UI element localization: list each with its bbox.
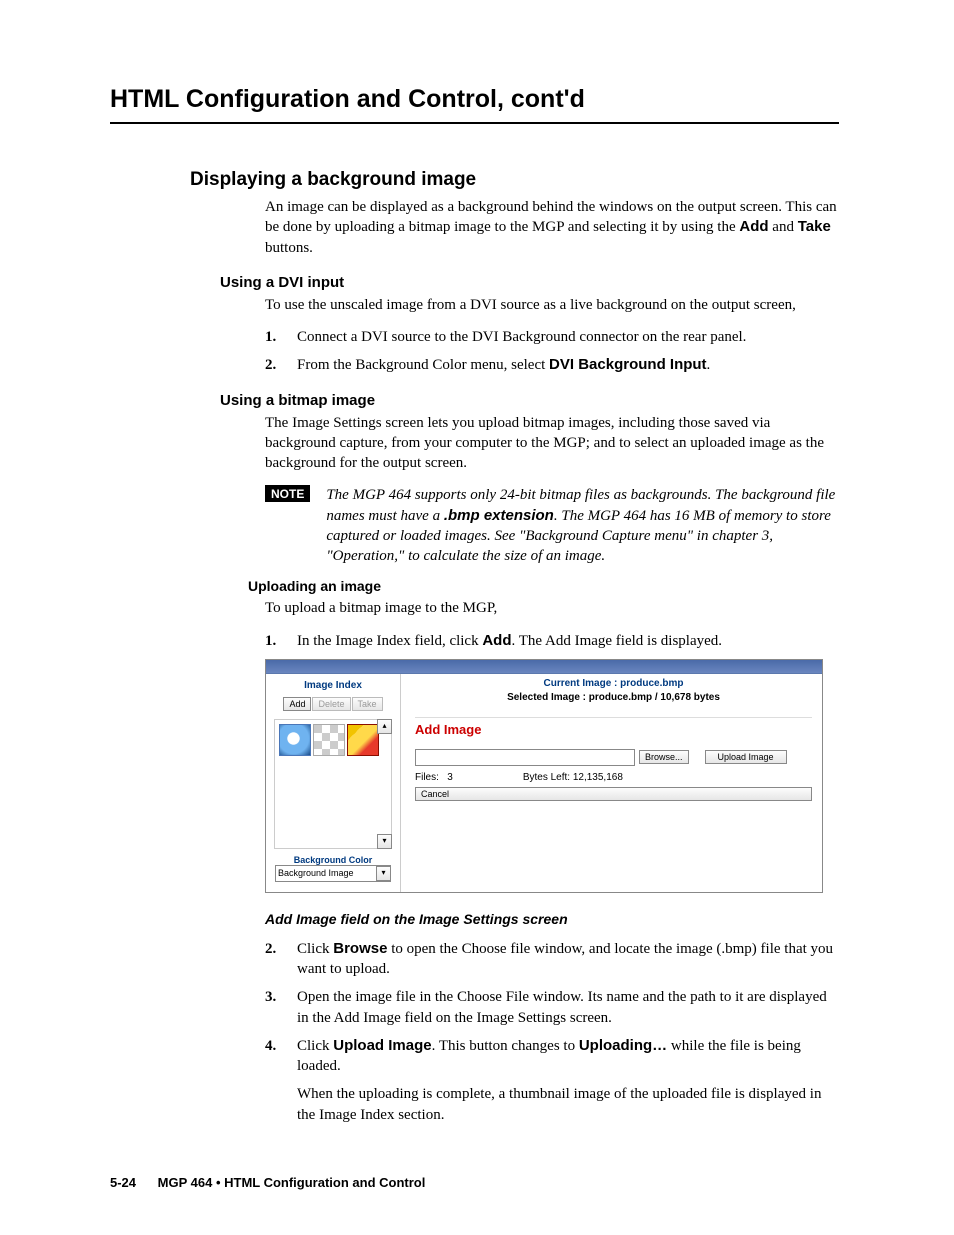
step-number: 4. — [265, 1036, 297, 1125]
page-footer: 5-24 MGP 464 • HTML Configuration and Co… — [110, 1175, 425, 1190]
upload-step-3: 3. Open the image file in the Choose Fil… — [265, 987, 839, 1028]
browse-button[interactable]: Browse... — [639, 750, 689, 764]
step-number: 2. — [265, 355, 297, 375]
thumbnail[interactable] — [279, 724, 311, 756]
upload-step-1: 1. In the Image Index field, click Add. … — [265, 631, 839, 651]
window-titlebar — [266, 660, 822, 674]
page-title: HTML Configuration and Control, cont'd — [110, 85, 839, 124]
intro-paragraph: An image can be displayed as a backgroun… — [265, 197, 839, 258]
divider — [415, 717, 812, 718]
note-badge: NOTE — [265, 485, 310, 502]
dvi-bg-input-label: DVI Background Input — [549, 356, 707, 373]
intro-and: and — [769, 219, 798, 235]
add-label: Add — [739, 218, 768, 235]
page-number: 5-24 — [110, 1175, 136, 1190]
uploading-ref: Uploading… — [579, 1037, 667, 1054]
heading-displaying-bg: Displaying a background image — [190, 169, 839, 191]
step-body: Connect a DVI source to the DVI Backgrou… — [297, 327, 839, 347]
selected-image-label: Selected Image : produce.bmp / 10,678 by… — [415, 692, 812, 703]
select-value: Background Image — [278, 868, 354, 878]
image-index-panel: Image Index Add Delete Take ▴ ▾ Backgrou… — [266, 674, 401, 892]
dvi-step-2: 2. From the Background Color menu, selec… — [265, 355, 839, 375]
heading-dvi: Using a DVI input — [220, 274, 839, 291]
scroll-down-button[interactable]: ▾ — [377, 834, 392, 849]
footer-section: MGP 464 • HTML Configuration and Control — [158, 1175, 426, 1190]
scroll-up-button[interactable]: ▴ — [377, 719, 392, 734]
step4-followup: When the uploading is complete, a thumbn… — [297, 1084, 839, 1125]
take-button[interactable]: Take — [352, 697, 383, 711]
step-body: Click Browse to open the Choose file win… — [297, 939, 839, 980]
step-number: 3. — [265, 987, 297, 1028]
heading-bitmap: Using a bitmap image — [220, 392, 839, 409]
delete-button[interactable]: Delete — [312, 697, 350, 711]
upload-image-button[interactable]: Upload Image — [705, 750, 787, 764]
upload-image-ref: Upload Image — [333, 1037, 431, 1054]
thumbnail[interactable] — [347, 724, 379, 756]
dvi-step-1: 1. Connect a DVI source to the DVI Backg… — [265, 327, 839, 347]
file-path-input[interactable] — [415, 749, 635, 766]
background-color-label: Background Color — [272, 855, 394, 865]
step-body: From the Background Color menu, select D… — [297, 355, 839, 375]
step-body: Click Upload Image. This button changes … — [297, 1036, 839, 1125]
bytes-left: Bytes Left: 12,135,168 — [523, 772, 623, 783]
browse-ref: Browse — [333, 940, 387, 957]
image-index-title: Image Index — [272, 680, 394, 691]
add-button[interactable]: Add — [283, 697, 311, 711]
note-block: NOTE The MGP 464 supports only 24-bit bi… — [265, 485, 839, 566]
files-count: Files: 3 — [415, 772, 453, 783]
upload-step-4: 4. Click Upload Image. This button chang… — [265, 1036, 839, 1125]
step-number: 1. — [265, 631, 297, 651]
step-body: In the Image Index field, click Add. The… — [297, 631, 839, 651]
cancel-button[interactable]: Cancel — [415, 787, 812, 801]
thumbnail[interactable] — [313, 724, 345, 756]
background-image-select[interactable]: Background Image ▾ — [275, 865, 391, 882]
figure-caption: Add Image field on the Image Settings sc… — [265, 911, 839, 927]
step-number: 1. — [265, 327, 297, 347]
figure-image-settings: Image Index Add Delete Take ▴ ▾ Backgrou… — [265, 659, 823, 893]
bitmap-paragraph: The Image Settings screen lets you uploa… — [265, 413, 839, 474]
dvi-paragraph: To use the unscaled image from a DVI sou… — [265, 295, 839, 315]
note-body: The MGP 464 supports only 24-bit bitmap … — [326, 485, 839, 566]
bmp-extension-label: .bmp extension — [444, 507, 554, 524]
chevron-down-icon: ▾ — [376, 866, 391, 881]
step-body: Open the image file in the Choose File w… — [297, 987, 839, 1028]
upload-paragraph: To upload a bitmap image to the MGP, — [265, 598, 839, 618]
thumbnail-list[interactable]: ▴ ▾ — [274, 719, 392, 849]
current-image-label: Current Image : produce.bmp — [415, 678, 812, 689]
upload-step-2: 2. Click Browse to open the Choose file … — [265, 939, 839, 980]
main-panel: Current Image : produce.bmp Selected Ima… — [401, 674, 822, 892]
step-number: 2. — [265, 939, 297, 980]
take-label: Take — [798, 218, 831, 235]
heading-uploading: Uploading an image — [248, 578, 839, 594]
add-image-heading: Add Image — [415, 722, 812, 737]
intro-text-b: buttons. — [265, 240, 313, 256]
add-button-ref: Add — [482, 632, 511, 649]
